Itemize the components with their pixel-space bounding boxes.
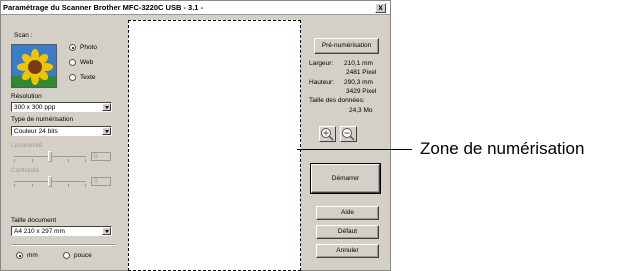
scan-option-photo-label: Photo	[80, 44, 97, 51]
prescan-button-label: Pré-numérisation	[321, 42, 372, 49]
width-mm: 210,1 mm	[344, 60, 373, 67]
default-button[interactable]: Défaut	[316, 225, 379, 239]
photo-preview-image	[11, 44, 57, 88]
scan-type-value: Couleur 24 bits	[14, 128, 58, 135]
close-button[interactable]: x	[375, 3, 386, 13]
doc-size-select[interactable]: A4 210 x 297 mm	[11, 226, 112, 236]
zoom-in-button[interactable]	[319, 126, 336, 142]
brightness-value: 0	[91, 152, 111, 161]
chevron-down-icon[interactable]	[102, 103, 111, 111]
zoom-in-icon	[321, 128, 334, 141]
width-px: 2481 Pixel	[346, 69, 377, 76]
default-button-label: Défaut	[337, 228, 358, 235]
help-button-label: Aide	[340, 209, 354, 216]
resolution-value: 300 x 300 ppp	[14, 104, 56, 111]
window-title: Paramétrage du Scanner Brother MFC-3220C…	[3, 3, 204, 12]
scan-option-photo-radio[interactable]	[69, 44, 76, 51]
scanner-settings-window: Paramétrage du Scanner Brother MFC-3220C…	[0, 0, 391, 271]
scan-option-web-radio[interactable]	[69, 59, 76, 66]
help-button[interactable]: Aide	[316, 206, 379, 220]
sunflower-icon	[12, 45, 56, 87]
prescan-button[interactable]: Pré-numérisation	[314, 38, 379, 54]
scan-type-label: Type de numérisation	[11, 116, 74, 123]
unit-mm-radio[interactable]	[16, 252, 23, 259]
unit-inch-radio[interactable]	[63, 252, 70, 259]
scan-option-web-label: Web	[80, 59, 94, 66]
scan-area-callout: Zone de numérisation	[420, 139, 585, 158]
scan-option-text-radio[interactable]	[69, 74, 76, 81]
width-label: Largeur:	[309, 60, 334, 67]
height-label: Hauteur:	[309, 79, 334, 86]
data-size-value: 24,3 Mo	[349, 107, 373, 114]
height-px: 3429 Pixel	[346, 88, 377, 95]
cancel-button[interactable]: Annuler	[316, 244, 379, 258]
contrast-label: Contraste	[11, 167, 40, 174]
start-button[interactable]: Démarrer	[310, 163, 381, 194]
chevron-down-icon[interactable]	[102, 127, 111, 135]
zoom-out-icon	[342, 128, 355, 141]
data-size-label: Taille des données:	[309, 97, 365, 104]
title-bar[interactable]: Paramétrage du Scanner Brother MFC-3220C…	[1, 1, 390, 15]
scan-type-select[interactable]: Couleur 24 bits	[11, 126, 112, 136]
doc-size-label: Taille document	[11, 217, 57, 224]
unit-mm-label: mm	[27, 252, 38, 259]
divider	[11, 244, 115, 246]
start-button-label: Démarrer	[331, 175, 360, 182]
doc-size-value: A4 210 x 297 mm	[14, 228, 65, 235]
callout-line	[297, 149, 412, 150]
scan-option-text-label: Texte	[80, 74, 96, 81]
unit-inch-label: pouce	[74, 252, 92, 259]
scan-area[interactable]	[128, 20, 301, 271]
scan-label: Scan :	[14, 32, 33, 39]
chevron-down-icon[interactable]	[102, 227, 111, 235]
resolution-label: Résolution	[11, 93, 42, 100]
zoom-out-button[interactable]	[340, 126, 357, 142]
brightness-slider-thumb[interactable]	[48, 151, 52, 162]
cancel-button-label: Annuler	[336, 247, 359, 254]
contrast-slider-thumb[interactable]	[48, 176, 52, 187]
height-mm: 290,3 mm	[344, 79, 373, 86]
brightness-label: Luminosité	[11, 142, 43, 149]
contrast-value: 0	[91, 177, 111, 186]
resolution-select[interactable]: 300 x 300 ppp	[11, 102, 112, 112]
